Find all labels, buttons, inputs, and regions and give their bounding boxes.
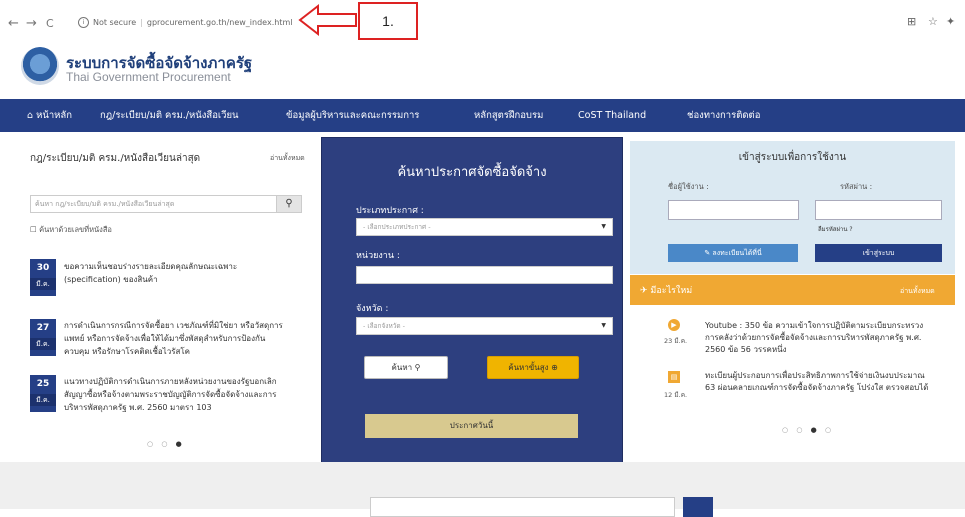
- province-label: จังหวัด :: [356, 304, 389, 314]
- chevron-down-icon: ▼: [601, 322, 606, 329]
- news-search-button[interactable]: ⚲: [276, 195, 302, 213]
- agency-input[interactable]: [356, 266, 613, 284]
- search-icon: ⚲: [412, 363, 421, 372]
- search-by-docno-checkbox[interactable]: ☐ ค้นหาด้วยเลขที่หนังสือ: [30, 224, 112, 236]
- chevron-down-icon: ▼: [601, 223, 606, 230]
- url-separator: |: [140, 17, 143, 27]
- url-text: gprocurement.go.th/new_index.html: [146, 17, 293, 27]
- footer-search-button[interactable]: [683, 497, 713, 517]
- nav-regulations[interactable]: กฎ/ระเบียบ/มติ ครม./หนังสือเวียน: [100, 99, 239, 132]
- news-read-all-link[interactable]: อ่านทั้งหมด: [270, 153, 305, 164]
- document-icon: ▤: [668, 371, 680, 383]
- bookmark-star-icon[interactable]: ☆: [928, 15, 938, 28]
- nav-home[interactable]: ⌂ หน้าหลัก: [27, 99, 72, 132]
- search-button[interactable]: ค้นหา ⚲: [364, 356, 448, 379]
- zoom-plus-icon: ⊕: [548, 363, 558, 372]
- site-subtitle: Thai Government Procurement: [66, 70, 231, 84]
- login-button[interactable]: เข้าสู่ระบบ: [815, 244, 942, 262]
- whats-new-carousel-dots[interactable]: ○ ○ ● ○: [782, 426, 834, 434]
- forward-button[interactable]: →: [26, 16, 37, 31]
- nav-cost-thailand[interactable]: CoST Thailand: [578, 99, 646, 132]
- play-icon: ▶: [668, 319, 680, 331]
- megaphone-icon: ✈: [640, 286, 651, 296]
- reload-button[interactable]: C: [46, 17, 54, 30]
- security-label: Not secure: [93, 17, 137, 27]
- nav-training[interactable]: หลักสูตรฝึกอบรม: [474, 99, 543, 132]
- search-icon: ⚲: [285, 198, 293, 209]
- news-date-badge: 25 มี.ค.: [30, 375, 56, 412]
- annotation-label: 1.: [358, 2, 418, 40]
- whats-new-item[interactable]: Youtube : 350 ข้อ ความเข้าใจการปฏิบัติตา…: [705, 320, 930, 356]
- forgot-password-link[interactable]: ลืมรหัสผ่าน ?: [818, 224, 853, 234]
- whats-new-date: 23 มี.ค.: [664, 337, 688, 345]
- site-logo[interactable]: [21, 47, 59, 85]
- today-announcements-button[interactable]: ประกาศวันนี้: [365, 414, 578, 438]
- password-label: รหัสผ่าน :: [840, 182, 873, 191]
- news-carousel-dots[interactable]: ○ ○ ●: [147, 440, 185, 448]
- username-label: ชื่อผู้ใช้งาน :: [668, 182, 709, 191]
- whats-new-label: ✈ มีอะไรใหม่: [640, 286, 693, 296]
- home-icon: ⌂: [27, 110, 37, 121]
- news-search-input[interactable]: ค้นหา กฎ/ระเบียบ/มติ ครม./หนังสือเวียนล่…: [30, 195, 302, 213]
- footer-search-input[interactable]: [370, 497, 675, 517]
- login-title: เข้าสู่ระบบเพื่อการใช้งาน: [738, 152, 847, 163]
- whats-new-date: 12 มี.ค.: [664, 391, 688, 399]
- info-icon[interactable]: i: [78, 16, 89, 28]
- address-bar[interactable]: i Not secure | gprocurement.go.th/new_in…: [78, 13, 292, 31]
- checkbox-icon: ☐: [30, 225, 40, 234]
- password-input[interactable]: [815, 200, 942, 220]
- advanced-search-button[interactable]: ค้นหาขั้นสูง ⊕: [487, 356, 579, 379]
- news-heading: กฎ/ระเบียบ/มติ ครม./หนังสือเวียนล่าสุด: [30, 153, 201, 164]
- nav-contact[interactable]: ช่องทางการติดต่อ: [687, 99, 760, 132]
- username-input[interactable]: [668, 200, 799, 220]
- whats-new-read-all-link[interactable]: อ่านทั้งหมด: [900, 286, 935, 297]
- news-item[interactable]: ขอความเห็นชอบร่างรายละเอียดคุณลักษณะเฉพา…: [64, 260, 289, 286]
- news-date-badge: 27 มี.ค.: [30, 319, 56, 356]
- nav-executives[interactable]: ข้อมูลผู้บริหารและคณะกรรมการ: [286, 99, 419, 132]
- announce-type-label: ประเภทประกาศ :: [356, 206, 424, 216]
- province-select[interactable]: - เลือกจังหวัด - ▼: [356, 317, 613, 335]
- news-date-badge: 30 มี.ค.: [30, 259, 56, 296]
- agency-label: หน่วยงาน :: [356, 251, 400, 261]
- announce-type-select[interactable]: - เลือกประเภทประกาศ - ▼: [356, 218, 613, 236]
- news-item[interactable]: การดำเนินการกรณีการจัดซื้อยา เวชภัณฑ์ที่…: [64, 319, 289, 358]
- extension-icon[interactable]: ✦: [946, 15, 955, 28]
- news-item[interactable]: แนวทางปฏิบัติการดำเนินการภายหลังหน่วยงาน…: [64, 375, 289, 414]
- whats-new-item[interactable]: ทะเบียนผู้ประกอบการเพื่อประสิทธิภาพการใช…: [705, 370, 930, 394]
- back-button[interactable]: ←: [8, 16, 19, 31]
- translate-icon[interactable]: ⊞: [907, 15, 916, 28]
- register-button[interactable]: ✎ ลงทะเบียนได้ที่นี่: [668, 244, 798, 262]
- search-panel-title: ค้นหาประกาศจัดซื้อจัดจ้าง: [397, 165, 547, 180]
- annotation-arrow: [298, 3, 357, 37]
